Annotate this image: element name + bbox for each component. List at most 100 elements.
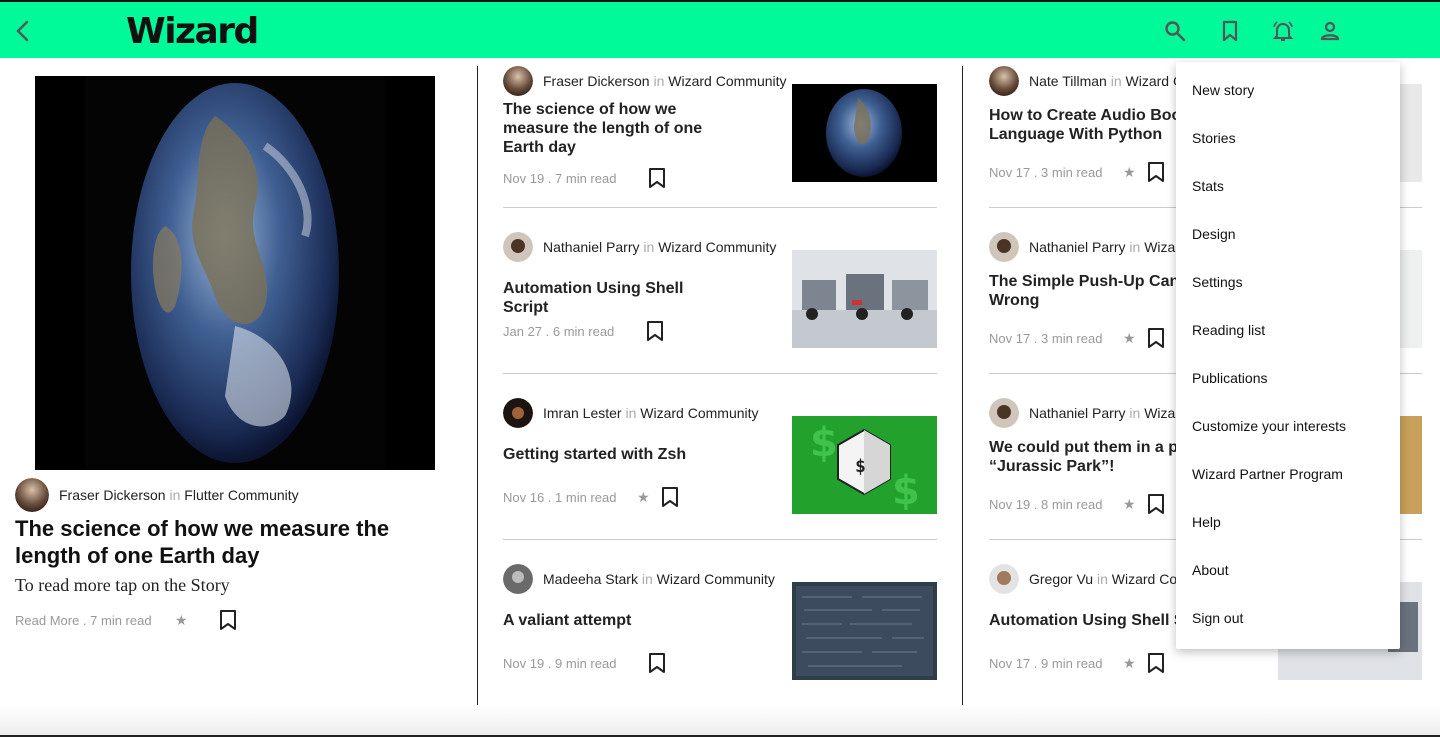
- menu-item-reading-list[interactable]: Reading list: [1192, 322, 1265, 338]
- svg-text:$: $: [855, 456, 866, 477]
- star-icon[interactable]: ★: [1123, 655, 1136, 672]
- featured-story-image[interactable]: [35, 76, 435, 470]
- featured-story-title[interactable]: The science of how we measure the length…: [15, 515, 435, 569]
- author-avatar[interactable]: [989, 398, 1019, 428]
- search-icon[interactable]: [1163, 19, 1187, 43]
- star-icon[interactable]: ★: [1123, 164, 1136, 181]
- bookmark-icon[interactable]: [1147, 493, 1165, 515]
- story-thumbnail-robots[interactable]: [792, 250, 937, 348]
- author-avatar[interactable]: [503, 564, 533, 594]
- story-meta: Nov 17 . 3 min read: [989, 331, 1103, 346]
- author-avatar[interactable]: [503, 66, 533, 96]
- author-avatar[interactable]: [989, 232, 1019, 262]
- notification-bell-icon[interactable]: [1271, 19, 1295, 43]
- svg-text:$: $: [892, 468, 920, 514]
- publication-name[interactable]: Wizard Community: [657, 571, 775, 587]
- byline-in: in: [653, 73, 665, 89]
- bookmark-icon[interactable]: [648, 167, 666, 189]
- story-thumbnail-bash[interactable]: $ $ $: [792, 416, 937, 514]
- author-name[interactable]: Fraser Dickerson: [543, 73, 650, 89]
- story-thumbnail-chalkboard[interactable]: [792, 582, 937, 680]
- story-meta: Nov 19 . 9 min read: [503, 656, 617, 671]
- story-thumbnail-earth[interactable]: [792, 84, 937, 182]
- bookmark-icon[interactable]: [1218, 19, 1242, 43]
- bookmark-icon[interactable]: [648, 652, 666, 674]
- featured-author-avatar[interactable]: [15, 478, 49, 512]
- author-name[interactable]: Fraser Dickerson: [59, 487, 166, 503]
- story-byline: Nathaniel Parry in Wizard Community: [543, 239, 776, 255]
- author-name[interactable]: Imran Lester: [543, 405, 622, 421]
- author-name[interactable]: Nathaniel Parry: [1029, 239, 1126, 255]
- publication-name[interactable]: Flutter Community: [184, 487, 298, 503]
- menu-item-new-story[interactable]: New story: [1192, 82, 1254, 98]
- story-title[interactable]: A valiant attempt: [503, 611, 733, 630]
- bottom-fade: [0, 705, 1440, 737]
- author-name[interactable]: Gregor Vu: [1029, 571, 1093, 587]
- menu-item-help[interactable]: Help: [1192, 514, 1221, 530]
- card-divider: [503, 373, 937, 374]
- story-meta: Nov 19 . 7 min read: [503, 171, 617, 186]
- author-avatar[interactable]: [989, 564, 1019, 594]
- card-divider: [503, 207, 937, 208]
- byline-in: in: [1110, 73, 1122, 89]
- story-meta: Nov 17 . 3 min read: [989, 165, 1103, 180]
- author-name[interactable]: Madeeha Stark: [543, 571, 638, 587]
- author-avatar[interactable]: [503, 398, 533, 428]
- byline-in: in: [1096, 571, 1108, 587]
- byline-in: in: [641, 571, 653, 587]
- star-icon[interactable]: ★: [637, 489, 650, 506]
- story-title[interactable]: Getting started with Zsh: [503, 445, 733, 464]
- bookmark-icon[interactable]: [1147, 327, 1165, 349]
- byline-in: in: [643, 239, 655, 255]
- menu-item-stats[interactable]: Stats: [1192, 178, 1224, 194]
- menu-item-publications[interactable]: Publications: [1192, 370, 1268, 386]
- byline-in: in: [1129, 239, 1141, 255]
- menu-item-settings[interactable]: Settings: [1192, 274, 1243, 290]
- app-brand-title: Wizard: [126, 11, 259, 52]
- byline-in: in: [169, 487, 181, 503]
- card-divider: [503, 539, 937, 540]
- byline-in: in: [1129, 405, 1141, 421]
- byline-in: in: [625, 405, 637, 421]
- publication-name[interactable]: Wizard Community: [668, 73, 786, 89]
- bookmark-icon[interactable]: [1147, 161, 1165, 183]
- story-byline: Madeeha Stark in Wizard Community: [543, 571, 775, 587]
- author-avatar[interactable]: [503, 232, 533, 262]
- author-name[interactable]: Nathaniel Parry: [543, 239, 640, 255]
- featured-story-meta: Read More . 7 min read: [15, 613, 152, 628]
- column-divider: [477, 66, 478, 708]
- menu-item-customize-interests[interactable]: Customize your interests: [1192, 418, 1346, 434]
- story-meta: Nov 16 . 1 min read: [503, 490, 617, 505]
- story-byline: Fraser Dickerson in Wizard Community: [543, 73, 787, 89]
- bookmark-icon[interactable]: [219, 609, 237, 631]
- account-icon[interactable]: [1318, 19, 1342, 43]
- bookmark-icon[interactable]: [646, 320, 664, 342]
- featured-byline: Fraser Dickerson in Flutter Community: [59, 487, 299, 503]
- top-app-bar: Wizard: [0, 0, 1440, 58]
- column-divider: [962, 66, 963, 708]
- publication-name[interactable]: Wizard Community: [658, 239, 776, 255]
- publication-name[interactable]: Wizard Community: [640, 405, 758, 421]
- menu-item-partner-program[interactable]: Wizard Partner Program: [1192, 466, 1343, 482]
- bookmark-icon[interactable]: [1147, 652, 1165, 674]
- menu-item-design[interactable]: Design: [1192, 226, 1236, 242]
- story-meta: Nov 17 . 9 min read: [989, 656, 1103, 671]
- author-name[interactable]: Nate Tillman: [1029, 73, 1107, 89]
- story-meta: Jan 27 . 6 min read: [503, 324, 615, 339]
- menu-item-sign-out[interactable]: Sign out: [1192, 610, 1243, 626]
- back-arrow-icon[interactable]: [10, 18, 36, 44]
- story-title[interactable]: The science of how we measure the length…: [503, 100, 733, 157]
- svg-text:$: $: [810, 420, 838, 466]
- menu-item-stories[interactable]: Stories: [1192, 130, 1236, 146]
- menu-item-about[interactable]: About: [1192, 562, 1229, 578]
- author-avatar[interactable]: [989, 66, 1019, 96]
- star-icon[interactable]: ★: [175, 612, 188, 629]
- author-name[interactable]: Nathaniel Parry: [1029, 405, 1126, 421]
- account-dropdown-menu: New story Stories Stats Design Settings …: [1176, 62, 1400, 649]
- bookmark-icon[interactable]: [661, 486, 679, 508]
- story-title[interactable]: Automation Using Shell Script: [503, 279, 733, 317]
- story-byline: Imran Lester in Wizard Community: [543, 405, 759, 421]
- featured-story-subtitle: To read more tap on the Story: [15, 575, 230, 595]
- star-icon[interactable]: ★: [1123, 496, 1136, 513]
- star-icon[interactable]: ★: [1123, 330, 1136, 347]
